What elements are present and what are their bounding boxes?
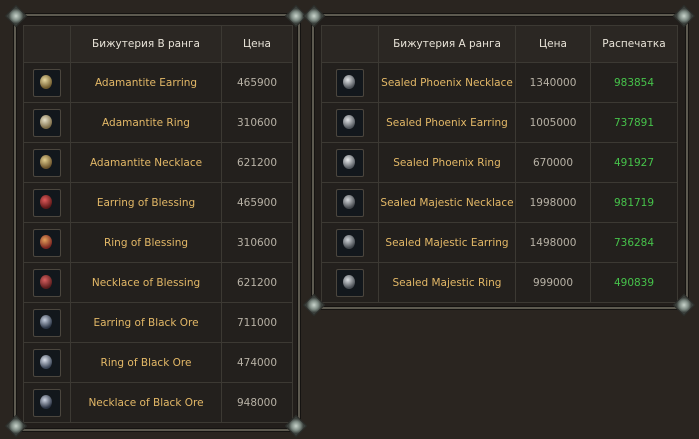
table-header-row: Бижутерия A ранга Цена Распечатка [321, 25, 678, 63]
item-price: 948000 [221, 382, 293, 423]
earring-of-blessing-icon [33, 188, 61, 217]
item-print-price: 490839 [590, 262, 678, 303]
adamantite-earring-icon [33, 68, 61, 97]
print-column-header: Распечатка [590, 25, 678, 63]
item-name: Ring of Blessing [70, 222, 222, 263]
item-icon-cell [23, 62, 71, 103]
price-column-header: Цена [221, 25, 293, 63]
table-row: Necklace of Blessing 621200 [23, 262, 293, 303]
necklace-of-black-ore-icon [33, 388, 61, 417]
table-row: Sealed Phoenix Ring 670000 491927 [321, 142, 678, 183]
table-row: Earring of Blessing 465900 [23, 182, 293, 223]
item-price: 465900 [221, 62, 293, 103]
item-name: Sealed Majestic Necklace [378, 182, 516, 223]
table-row: Sealed Phoenix Necklace 1340000 983854 [321, 62, 678, 103]
table-row: Necklace of Black Ore 948000 [23, 382, 293, 423]
icon-column-header [23, 25, 71, 63]
item-price: 1340000 [515, 62, 591, 103]
item-price: 310600 [221, 102, 293, 143]
item-name: Adamantite Necklace [70, 142, 222, 183]
table-row: Sealed Majestic Necklace 1998000 981719 [321, 182, 678, 223]
adamantite-ring-icon [33, 108, 61, 137]
item-price: 1005000 [515, 102, 591, 143]
item-price: 621200 [221, 262, 293, 303]
sealed-majestic-ring-icon [336, 268, 364, 297]
table-row: Adamantite Earring 465900 [23, 62, 293, 103]
sealed-majestic-necklace-icon [336, 188, 364, 217]
sealed-phoenix-earring-icon [336, 108, 364, 137]
ring-of-black-ore-icon [33, 348, 61, 377]
item-name: Adamantite Earring [70, 62, 222, 103]
item-price: 1498000 [515, 222, 591, 263]
item-icon-cell [23, 222, 71, 263]
item-print-price: 491927 [590, 142, 678, 183]
a-grade-jewelry-table: Бижутерия A ранга Цена Распечатка Sealed… [321, 25, 678, 303]
item-icon-cell [23, 262, 71, 303]
item-icon-cell [321, 182, 379, 223]
item-icon-cell [321, 102, 379, 143]
necklace-of-blessing-icon [33, 268, 61, 297]
ring-of-blessing-icon [33, 228, 61, 257]
sealed-majestic-earring-icon [336, 228, 364, 257]
item-print-price: 736284 [590, 222, 678, 263]
table-row: Adamantite Ring 310600 [23, 102, 293, 143]
item-name: Sealed Phoenix Necklace [378, 62, 516, 103]
item-name: Earring of Blessing [70, 182, 222, 223]
table-row: Adamantite Necklace 621200 [23, 142, 293, 183]
item-print-price: 983854 [590, 62, 678, 103]
b-grade-jewelry-panel: Бижутерия B ранга Цена Adamantite Earrin… [14, 14, 300, 431]
item-price: 711000 [221, 302, 293, 343]
item-price: 1998000 [515, 182, 591, 223]
item-icon-cell [23, 302, 71, 343]
item-price: 474000 [221, 342, 293, 383]
item-name: Sealed Majestic Earring [378, 222, 516, 263]
adamantite-necklace-icon [33, 148, 61, 177]
item-icon-cell [321, 62, 379, 103]
item-name: Necklace of Blessing [70, 262, 222, 303]
table-row: Sealed Majestic Earring 1498000 736284 [321, 222, 678, 263]
item-name: Adamantite Ring [70, 102, 222, 143]
sealed-phoenix-ring-icon [336, 148, 364, 177]
b-grade-jewelry-table: Бижутерия B ранга Цена Adamantite Earrin… [23, 25, 293, 423]
name-column-header: Бижутерия B ранга [70, 25, 222, 63]
item-price: 670000 [515, 142, 591, 183]
name-column-header: Бижутерия A ранга [378, 25, 516, 63]
item-icon-cell [321, 142, 379, 183]
item-icon-cell [23, 142, 71, 183]
item-name: Sealed Majestic Ring [378, 262, 516, 303]
table-row: Ring of Blessing 310600 [23, 222, 293, 263]
icon-column-header [321, 25, 379, 63]
table-row: Sealed Majestic Ring 999000 490839 [321, 262, 678, 303]
item-price: 999000 [515, 262, 591, 303]
item-icon-cell [23, 382, 71, 423]
item-name: Ring of Black Ore [70, 342, 222, 383]
item-name: Necklace of Black Ore [70, 382, 222, 423]
item-icon-cell [23, 182, 71, 223]
table-row: Ring of Black Ore 474000 [23, 342, 293, 383]
item-icon-cell [321, 222, 379, 263]
table-header-row: Бижутерия B ранга Цена [23, 25, 293, 63]
item-price: 310600 [221, 222, 293, 263]
item-price: 621200 [221, 142, 293, 183]
table-row: Sealed Phoenix Earring 1005000 737891 [321, 102, 678, 143]
item-name: Sealed Phoenix Earring [378, 102, 516, 143]
item-icon-cell [23, 102, 71, 143]
item-name: Earring of Black Ore [70, 302, 222, 343]
item-icon-cell [321, 262, 379, 303]
item-icon-cell [23, 342, 71, 383]
a-grade-jewelry-panel: Бижутерия A ранга Цена Распечатка Sealed… [312, 14, 688, 309]
item-name: Sealed Phoenix Ring [378, 142, 516, 183]
table-row: Earring of Black Ore 711000 [23, 302, 293, 343]
item-price: 465900 [221, 182, 293, 223]
earring-of-black-ore-icon [33, 308, 61, 337]
sealed-phoenix-necklace-icon [336, 68, 364, 97]
item-print-price: 981719 [590, 182, 678, 223]
item-print-price: 737891 [590, 102, 678, 143]
price-column-header: Цена [515, 25, 591, 63]
